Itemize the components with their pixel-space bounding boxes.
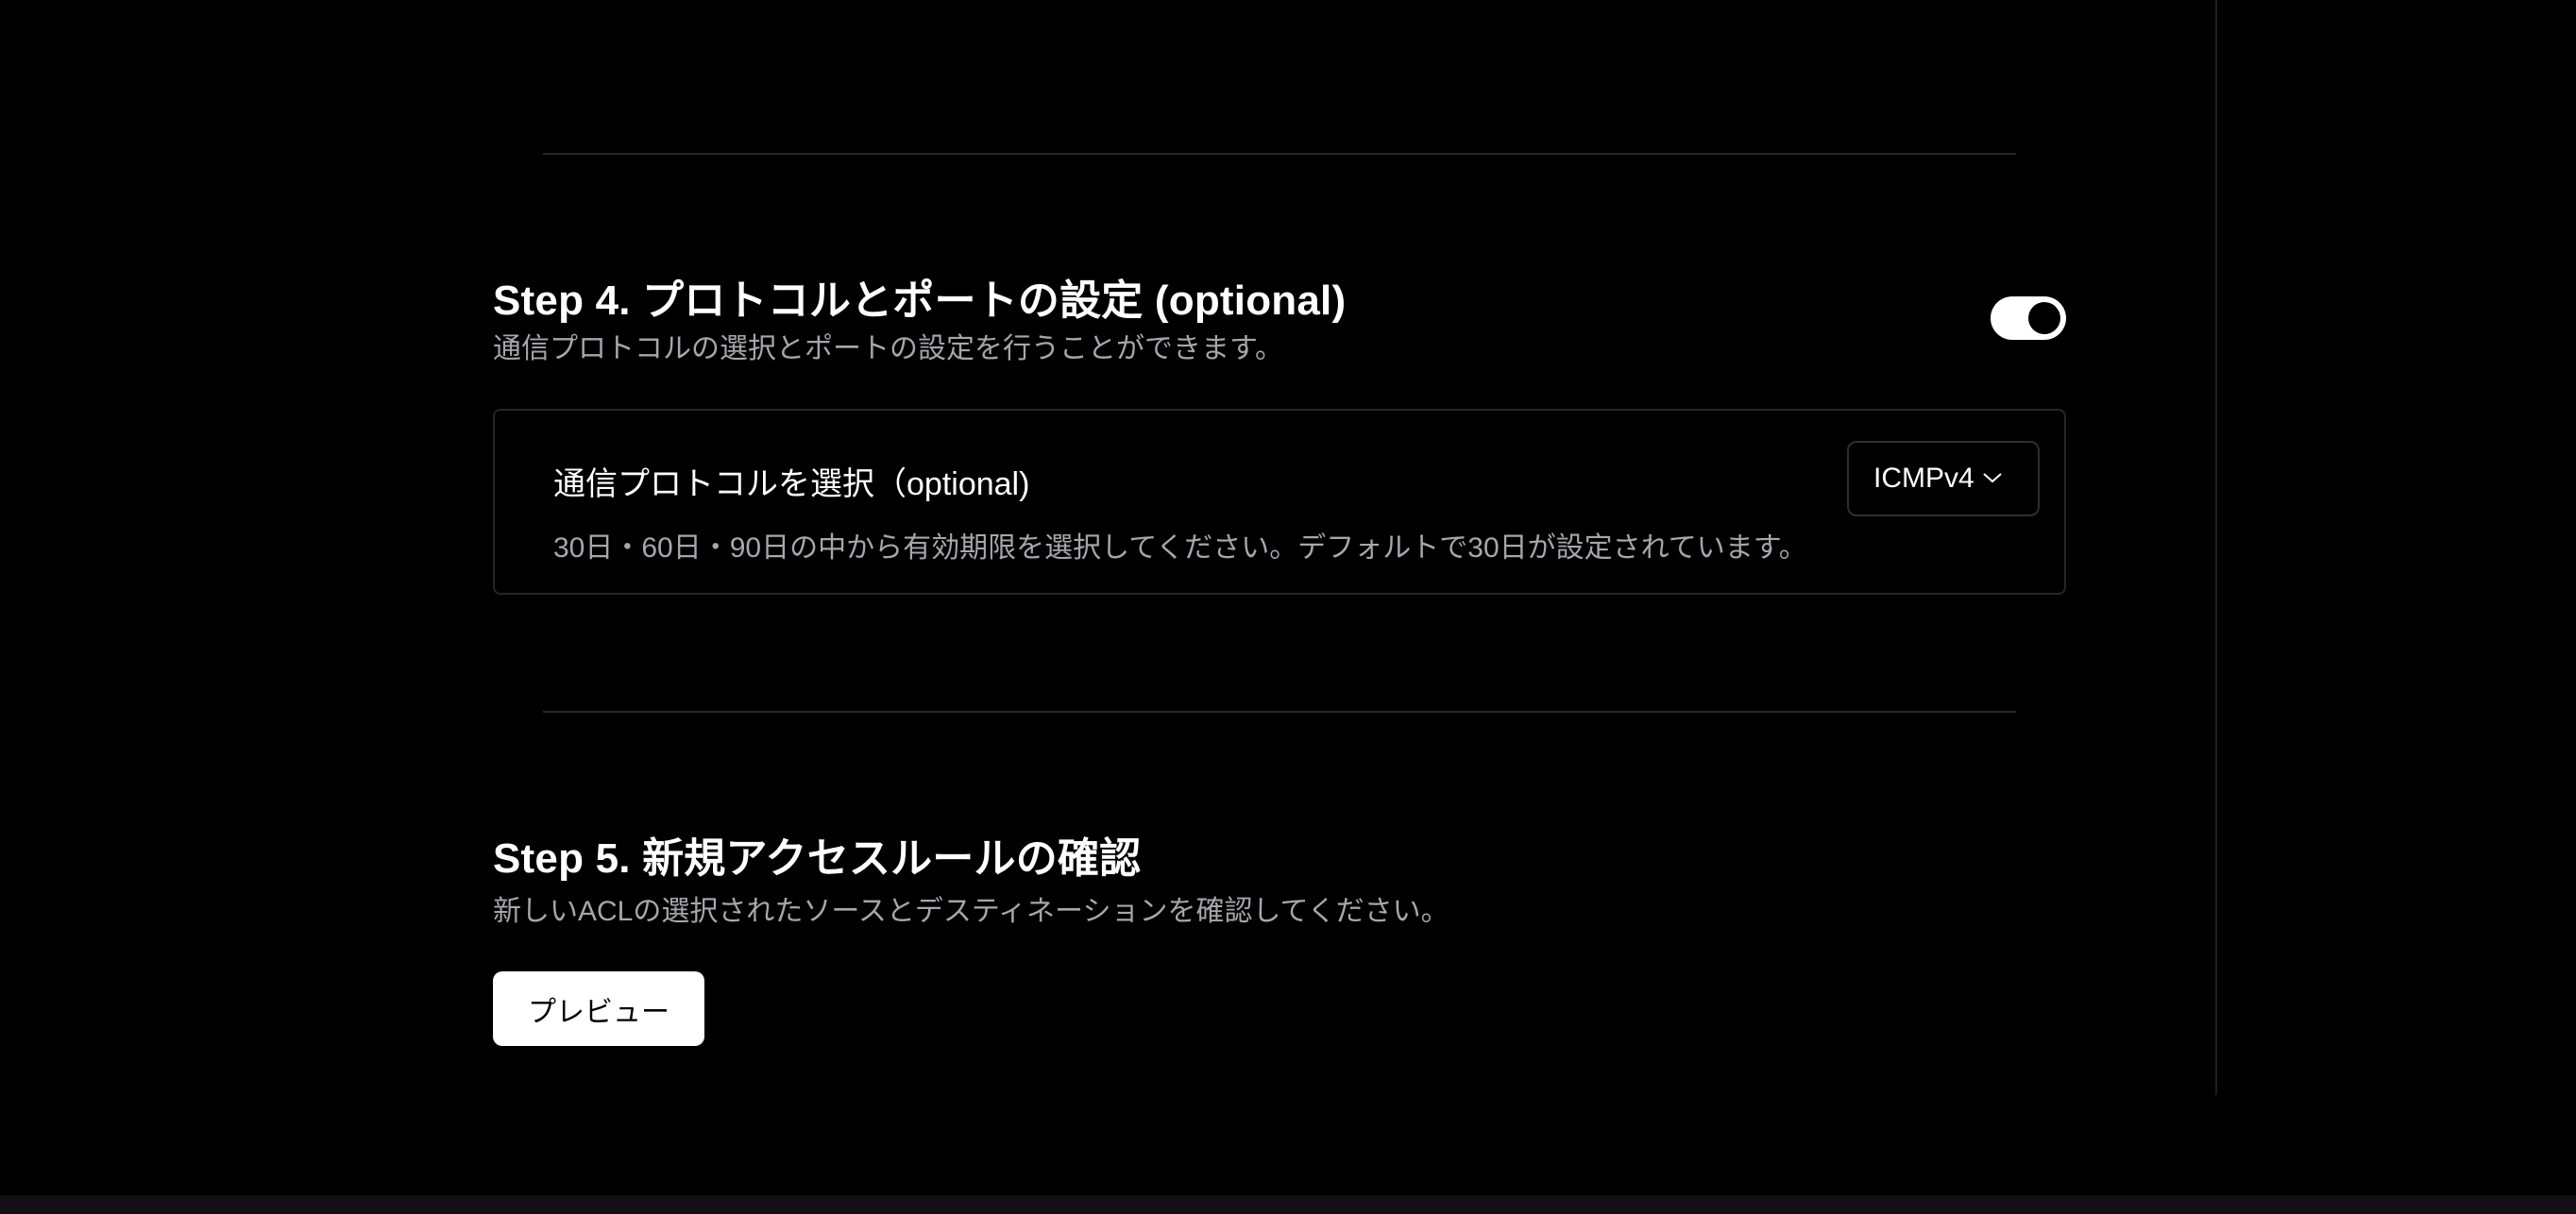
page: Step 4. プロトコルとポートの設定 (optional) 通信プロトコルの… — [0, 0, 2576, 1214]
step5-description: 新しいACLの選択されたソースとデスティネーションを確認してください。 — [493, 896, 1449, 927]
section-divider-top — [543, 153, 2016, 155]
right-panel-divider — [2215, 0, 2217, 1095]
protocol-select[interactable]: ICMPv4 — [1847, 441, 2040, 516]
bottom-strip — [0, 1195, 2576, 1214]
protocol-select-title: 通信プロトコルを選択（optional) — [553, 466, 1030, 502]
toggle-knob — [2028, 302, 2060, 334]
protocol-settings-toggle[interactable] — [1991, 296, 2066, 340]
protocol-select-value: ICMPv4 — [1873, 463, 1974, 494]
preview-button[interactable]: プレビュー — [493, 971, 704, 1046]
step4-description: 通信プロトコルの選択とポートの設定を行うことができます。 — [493, 333, 1283, 364]
step4-title: Step 4. プロトコルとポートの設定 (optional) — [493, 278, 1347, 324]
step5-title: Step 5. 新規アクセスルールの確認 — [493, 835, 1142, 882]
chevron-down-icon — [1982, 471, 2003, 484]
section-divider-middle — [543, 711, 2016, 713]
protocol-select-description: 30日・60日・90日の中から有効期限を選択してください。デフォルトで30日が設… — [553, 532, 1807, 564]
protocol-select-card: 通信プロトコルを選択（optional) 30日・60日・90日の中から有効期限… — [493, 409, 2066, 595]
